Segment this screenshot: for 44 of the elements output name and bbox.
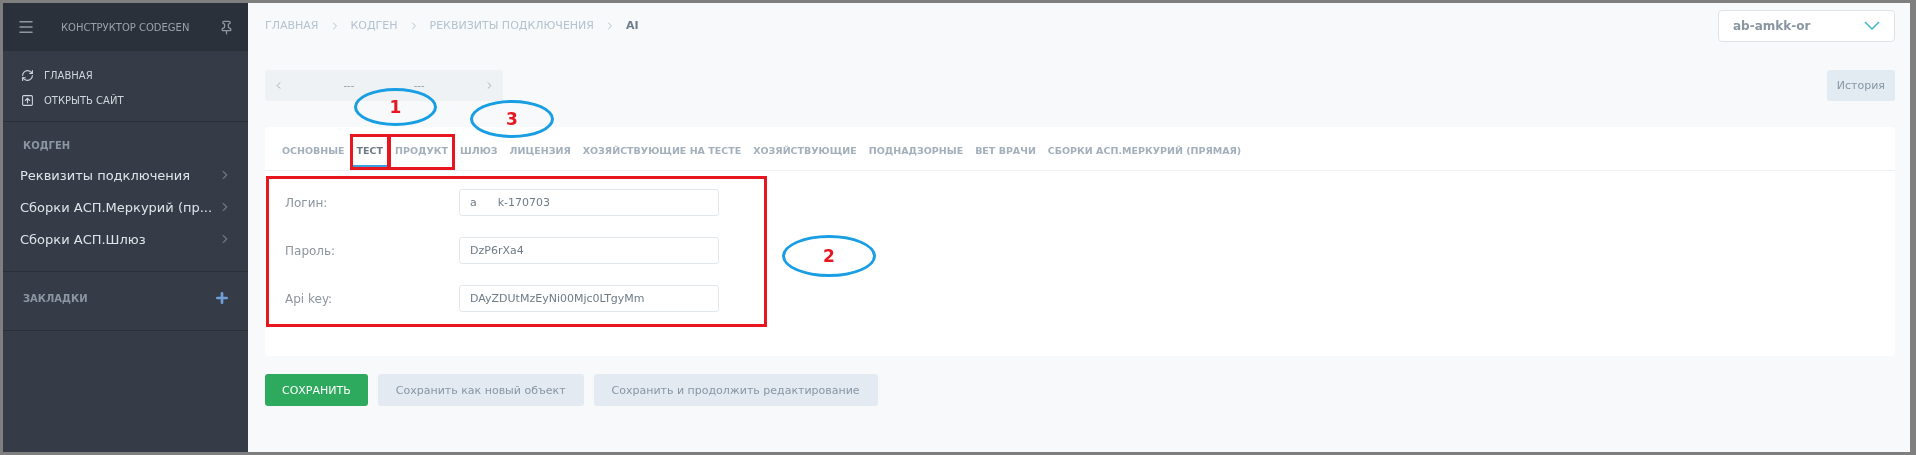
menu-icon[interactable] <box>17 18 35 36</box>
breadcrumb-link[interactable]: ГЛАВНАЯ <box>265 19 319 32</box>
field-label: Api key: <box>285 291 334 306</box>
secondary-button[interactable]: Сохранить и продолжить редактирование <box>593 374 878 406</box>
input-field[interactable]: a k-170703 <box>459 189 719 216</box>
secondary-button[interactable]: Сохранить как новый объект <box>377 374 584 406</box>
breadcrumb-link[interactable]: AI <box>626 19 639 32</box>
account-select[interactable]: ab-amkk-or <box>1718 9 1895 42</box>
pager-text: --- <box>413 80 425 91</box>
callout-marker: 3 <box>470 100 554 138</box>
app-title: КОНСТРУКТОР CODEGEN <box>61 21 191 33</box>
nav-link[interactable]: ГЛАВНАЯ <box>21 69 230 82</box>
field-label: Пароль: <box>285 243 337 258</box>
history-button[interactable]: История <box>1826 70 1895 101</box>
field-label: Логин: <box>285 195 329 210</box>
pin-icon[interactable] <box>219 19 234 35</box>
callout-marker: 1 <box>354 88 437 126</box>
tab[interactable]: ТЕСТ <box>351 136 389 168</box>
tab[interactable]: ВЕТ ВРАЧИ <box>970 136 1041 168</box>
save-button[interactable]: СОХРАНИТЬ <box>265 374 368 406</box>
nav-link[interactable]: ОТКРЫТЬ САЙТ <box>21 94 230 107</box>
sidebar-item[interactable]: Сборки АСП.Меркурий (пр... <box>3 191 248 223</box>
sidebar-item[interactable]: Реквизиты подключения <box>3 159 248 191</box>
add-icon[interactable] <box>214 290 230 306</box>
tab[interactable]: СБОРКИ АСП.МЕРКУРИЙ (ПРЯМАЯ) <box>1042 136 1247 168</box>
input-field[interactable]: DzP6rXa4 <box>459 237 719 264</box>
pager-text: --- <box>343 80 355 91</box>
tab[interactable]: ХОЗЯЙСТВУЮЩИЕ <box>748 136 862 168</box>
tab[interactable]: ЛИЦЕНЗИЯ <box>504 136 576 168</box>
input-field[interactable]: DAyZDUtMzEyNi00Mjc0LTgyMm <box>459 285 719 312</box>
tab[interactable]: ШЛЮЗ <box>455 136 503 168</box>
tab[interactable]: ПОДНАДЗОРНЫЕ <box>863 136 969 168</box>
section-title: КОДГЕН <box>23 140 71 151</box>
sidebar-item[interactable]: Сборки АСП.Шлюз <box>3 223 248 255</box>
breadcrumb-link[interactable]: РЕКВИЗИТЫ ПОДКЛЮЧЕНИЯ <box>429 19 594 32</box>
callout-marker: 2 <box>782 235 876 277</box>
section-title: ЗАКЛАДКИ <box>23 292 88 304</box>
breadcrumb-link[interactable]: КОДГЕН <box>350 19 398 32</box>
upload-icon <box>21 94 34 107</box>
tab[interactable]: ПРОДУКТ <box>390 136 454 168</box>
tab[interactable]: ОСНОВНЫЕ <box>277 136 350 168</box>
chevron-down-icon <box>1864 21 1880 30</box>
refresh-icon <box>21 69 34 82</box>
tab[interactable]: ХОЗЯЙСТВУЮЩИЕ НА ТЕСТЕ <box>577 136 747 168</box>
